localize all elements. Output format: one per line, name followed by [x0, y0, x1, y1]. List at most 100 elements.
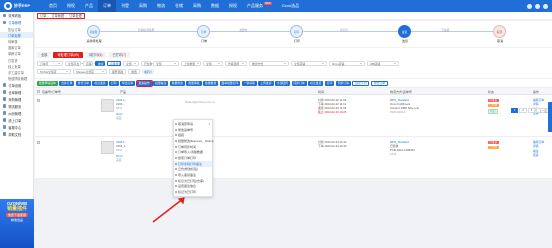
toolbar-button-17[interactable]: 打印	[324, 80, 335, 86]
unmatched-tag[interactable]: 未配对	[141, 69, 154, 74]
page-button-1[interactable]: 2	[519, 108, 527, 113]
filter-select-10[interactable]: 仓库选择	[225, 61, 247, 66]
toolbar-button-3[interactable]: 标记发货	[92, 80, 108, 86]
toolbar-button-8[interactable]: 批量修改	[169, 80, 185, 86]
breadcrumb-item[interactable]: 订单	[40, 13, 46, 18]
sidebar-item-label: 线上订单	[8, 118, 22, 123]
row-checkbox[interactable]	[37, 141, 41, 145]
product-thumbnail[interactable]	[101, 141, 114, 154]
nav-item-3[interactable]: 订单	[98, 0, 116, 12]
dropdown-item-label: 订单导入/清除数据	[178, 150, 203, 155]
toolbar-button-15[interactable]: 同步订单	[291, 80, 307, 86]
toolbar-button-9[interactable]: 批量审核	[186, 80, 202, 86]
toolbar-button-4[interactable]: 打印	[108, 80, 119, 86]
page-button-2[interactable]: 3	[527, 108, 536, 113]
nav-item-9[interactable]: 数据	[206, 0, 224, 12]
filter-select-13[interactable]: Ozon店铺	[329, 61, 365, 66]
toolbar-button-6[interactable]: 更多操作	[135, 79, 153, 87]
notification-icon[interactable]	[527, 3, 532, 9]
nav-item-2[interactable]: 产品	[80, 0, 98, 12]
row-action-link[interactable]: 更多	[533, 153, 539, 158]
nav-item-7[interactable]: 仓储	[170, 0, 188, 12]
status-badge: 待发货	[488, 141, 499, 145]
filter-select-12[interactable]: 全部店铺	[291, 61, 327, 66]
tab-0[interactable]: 全部	[37, 52, 52, 58]
toolbar-button-7[interactable]: 批量备注	[153, 80, 169, 86]
sidebar-item-11[interactable]: 订单设置	[0, 82, 33, 89]
sidebar-item-17[interactable]: 客服中心	[0, 124, 33, 131]
order-flow-steps: 待审核/待处理 处理中 待打包 已发货 待处理 采购待处理 订单 订单 打印 打印 发货 发货 取消 取消	[35, 21, 552, 47]
ozon-wb-plugin-ad[interactable]: OZON/WB 销量插件 免费下载使用 精准选品	[0, 199, 34, 248]
store-filter-1[interactable]: Shopee全部店	[73, 69, 107, 74]
product-thumbnail[interactable]	[101, 99, 114, 112]
toolbar-button-0[interactable]: 批量申请运单	[37, 80, 58, 86]
nav-item-11[interactable]: 产品服务 NEW	[242, 0, 277, 12]
toolbar-button-5[interactable]: 导出订单	[119, 80, 136, 86]
nav-item-6[interactable]: 物流	[152, 0, 170, 12]
tab-2[interactable]: 待打印(4)	[84, 52, 107, 58]
flow-step-1[interactable]: 订单	[197, 25, 210, 38]
filter-select-value: 全部	[126, 61, 132, 66]
flow-step-0[interactable]: 待处理	[87, 25, 100, 38]
filter-button-3[interactable]: 重置	[128, 69, 140, 74]
toolbar-button-18[interactable]: 同步订单	[335, 80, 351, 86]
toolbar-button-19[interactable]: 自定义列	[352, 80, 370, 86]
sidebar-item-14[interactable]: 物流服务	[0, 103, 33, 110]
sidebar-item-15[interactable]: 纠纷管理	[0, 110, 33, 117]
toolbar-button-11[interactable]: 面单批量打印	[219, 80, 241, 86]
nav-item-4[interactable]: 刊登	[116, 0, 134, 12]
toolbar-button-2[interactable]: 拆分订单	[75, 80, 91, 86]
filter-select-11[interactable]: 物流方式	[249, 61, 289, 66]
page-button-0[interactable]: 1	[510, 108, 519, 113]
toolbar-button-13[interactable]: 上传发货	[258, 80, 274, 86]
promo-cta-button[interactable]: 免费下载使用	[5, 213, 28, 218]
store-filter-0[interactable]: TikTok全部店	[37, 69, 71, 74]
sidebar-item-13[interactable]: 采购管理	[0, 96, 33, 103]
sidebar-item-label: 线上批量	[8, 64, 21, 69]
sidebar-item-16[interactable]: 线上订单	[0, 117, 33, 124]
flow-step-4[interactable]: 取消	[493, 25, 506, 38]
nav-item-0[interactable]: 首页	[44, 0, 62, 12]
toolbar-button-14[interactable]: 全部回传	[274, 80, 291, 86]
filter-select-9[interactable]: 全部	[203, 61, 223, 66]
filter-select-1[interactable]: 全部平台	[65, 61, 84, 66]
user-avatar-icon[interactable]	[543, 3, 548, 9]
toolbar-button-10[interactable]: 批量推送	[202, 80, 219, 86]
filter-select-0[interactable]: 订单号	[37, 61, 63, 66]
sidebar-item-1[interactable]: 订单管理	[0, 19, 33, 26]
nav-item-5[interactable]: 采购	[134, 0, 152, 12]
nav-item-1[interactable]: 授权	[62, 0, 80, 12]
sidebar-item-0[interactable]: 效率看板	[0, 12, 33, 19]
toolbar-button-16[interactable]: 标记发货	[308, 80, 324, 86]
filter-select-5[interactable]: 全部	[123, 61, 139, 66]
breadcrumb-item[interactable]: 订单管理	[51, 13, 64, 18]
tab-1[interactable]: 待处理订单(69)	[53, 52, 83, 58]
select-all-checkbox[interactable]	[37, 89, 41, 93]
row-checkbox[interactable]	[37, 99, 41, 103]
toolbar-button-20[interactable]: 导出订单	[370, 80, 389, 86]
flow-step-3[interactable]: 发货	[398, 25, 411, 38]
filter-select-2[interactable]: 店铺	[83, 61, 96, 66]
chevron-right-icon	[209, 139, 210, 142]
sidebar-item-12[interactable]: 仓库管理	[0, 89, 33, 96]
search-button[interactable]: 搜索	[95, 61, 105, 66]
filter-select-6[interactable]: 已付款	[141, 61, 157, 66]
advanced-search-button[interactable]: 高级搜索	[107, 61, 121, 66]
filter-select-7[interactable]: 全部	[153, 61, 179, 66]
flow-step-2[interactable]: 打印	[290, 25, 303, 38]
nav-item-8[interactable]: 采购	[188, 0, 206, 12]
filter-button-2[interactable]: 展开筛选	[109, 69, 127, 74]
right-float-panel[interactable]	[548, 102, 552, 132]
nav-item-10[interactable]: 授权	[224, 0, 242, 12]
nav-item-12[interactable]: Ozon选品	[277, 0, 305, 12]
toolbar-button-1[interactable]: 合并订单	[59, 80, 75, 86]
tab-3[interactable]: 已打印(7)	[108, 52, 130, 58]
sidebar-item-18[interactable]: 帮助文档	[0, 131, 33, 138]
filter-select-8[interactable]: 上架类型	[181, 61, 201, 66]
filter-select-14[interactable]: WB店铺	[367, 61, 399, 66]
brand-logo[interactable]: 妙手ERP	[0, 2, 44, 10]
breadcrumb-item[interactable]: 订单处理	[69, 13, 82, 18]
chevron-down-icon	[284, 63, 286, 64]
toolbar-button-12[interactable]: 一键获取	[241, 80, 257, 86]
help-icon[interactable]	[535, 3, 540, 9]
